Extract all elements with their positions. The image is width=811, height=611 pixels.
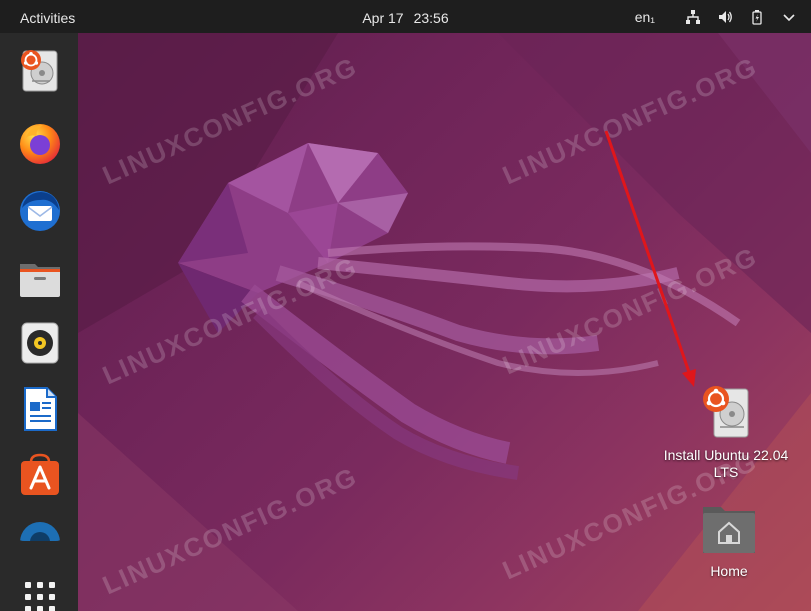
dock: [0, 33, 78, 611]
screen: Activities Apr 17 23:56 en₁ LINUXCONFIG.…: [0, 0, 811, 611]
network-icon[interactable]: [685, 9, 701, 25]
top-bar: Activities Apr 17 23:56 en₁: [0, 0, 811, 33]
dock-item-software[interactable]: [14, 449, 66, 501]
clock-time[interactable]: 23:56: [414, 10, 449, 26]
dock-item-files[interactable]: [14, 253, 66, 305]
desktop-icon-home[interactable]: Home: [664, 501, 794, 580]
desktop-icon-label: LTS: [713, 464, 739, 480]
desktop-icon-install-ubuntu[interactable]: Install Ubuntu 22.04 LTS: [661, 383, 791, 481]
system-tray: en₁: [635, 0, 797, 33]
firefox-icon: [20, 124, 60, 164]
help-icon: [20, 522, 60, 541]
home-folder-icon: [703, 507, 755, 553]
rhythmbox-icon: [21, 322, 59, 364]
show-applications-button[interactable]: [14, 571, 66, 611]
dock-item-firefox[interactable]: [14, 117, 66, 169]
activities-button[interactable]: Activities: [12, 0, 83, 33]
dock-item-rhythmbox[interactable]: [14, 317, 66, 369]
files-icon: [20, 264, 60, 297]
thunderbird-icon: [20, 191, 60, 231]
software-icon: [21, 453, 59, 495]
writer-icon: [24, 387, 57, 431]
power-menu-chevron-icon[interactable]: [781, 9, 797, 25]
installer-icon: [21, 50, 58, 92]
dock-item-thunderbird[interactable]: [14, 185, 66, 237]
desktop-icon-label: Home: [710, 563, 748, 579]
installer-icon: [703, 386, 749, 438]
clock-date[interactable]: Apr 17: [362, 10, 403, 26]
language-indicator[interactable]: en₁: [635, 9, 655, 25]
volume-icon[interactable]: [717, 9, 733, 25]
dock-item-help[interactable]: [14, 513, 66, 541]
battery-icon[interactable]: [749, 9, 765, 25]
dock-item-installer[interactable]: [14, 45, 66, 97]
grid-icon: [25, 582, 55, 611]
dock-item-writer[interactable]: [14, 383, 66, 435]
desktop[interactable]: LINUXCONFIG.ORG LINUXCONFIG.ORG LINUXCON…: [78, 33, 811, 611]
desktop-icon-label: Install Ubuntu 22.04: [663, 447, 789, 463]
